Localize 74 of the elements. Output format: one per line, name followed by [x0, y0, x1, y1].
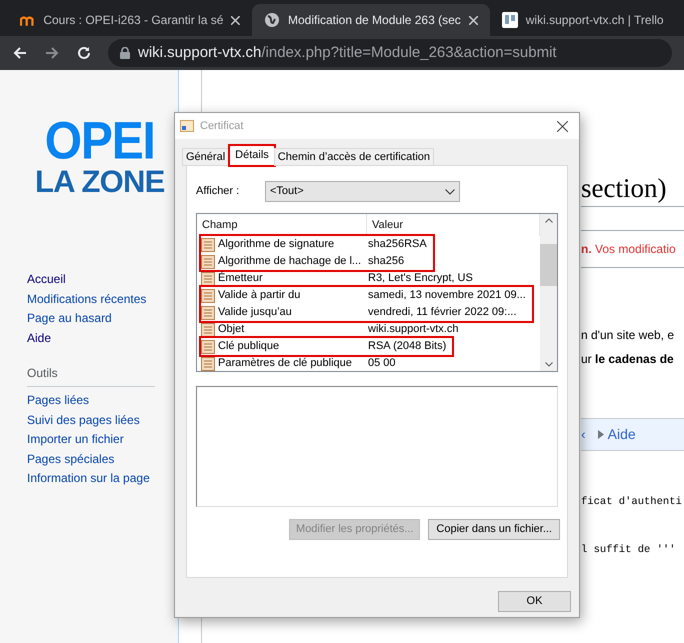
field-value[interactable]: samedi, 13 novembre 2021 09... [368, 287, 526, 304]
close-icon[interactable] [468, 16, 478, 24]
field-icon [201, 238, 215, 252]
scrollbar[interactable] [540, 214, 557, 371]
field-value[interactable]: sha256RSA [368, 236, 427, 253]
chevron-icon [445, 188, 455, 194]
forward-icon[interactable] [44, 45, 60, 61]
nav-link[interactable]: Page au hasard [27, 309, 112, 328]
dialog-title: Certificat [200, 118, 244, 134]
code-line: l suffit de ''' [581, 542, 677, 558]
field-name[interactable]: Objet [218, 321, 368, 338]
close-icon[interactable] [231, 16, 240, 24]
field-icon [201, 254, 215, 268]
warning-text: n. Vos modificatio [581, 241, 676, 258]
back-icon[interactable] [12, 45, 28, 61]
field-name[interactable]: Paramètres de clé publique [218, 355, 368, 371]
toolbar-item[interactable]: Aide [598, 424, 636, 445]
field-label: Afficher : [196, 184, 240, 200]
field-value[interactable]: sha256 [368, 253, 404, 270]
nav-link[interactable]: Modifications récentes [27, 290, 146, 309]
field-value[interactable]: vendredi, 11 février 2022 09:... [368, 304, 516, 321]
certificate-icon [180, 120, 194, 132]
field-list[interactable] [196, 213, 558, 372]
paragraph: n d'un site web, e [581, 327, 676, 344]
field-name[interactable]: Émetteur [218, 270, 368, 287]
paragraph: ur le cadenas de [581, 351, 675, 368]
nav-link[interactable]: Aide [27, 328, 52, 348]
ok-button[interactable]: OK [498, 591, 571, 612]
dialog-button[interactable]: Copier dans un fichier... [428, 519, 560, 540]
nav-link[interactable]: Information sur la page [27, 469, 150, 488]
nav-link[interactable]: Suivi des pages liées [27, 410, 140, 430]
field-value[interactable]: wiki.support-vtx.ch [368, 321, 458, 338]
field-icon [201, 356, 215, 370]
nav-link[interactable]: Importer un fichier [27, 430, 124, 450]
section-heading: Outils [27, 364, 155, 387]
nav-link[interactable]: Pages spéciales [27, 450, 114, 469]
field-icon [201, 322, 215, 336]
lock-icon [120, 47, 130, 59]
triangle-icon [598, 430, 604, 439]
browser-tab[interactable]: Cours : OPEI-i263 - Garantir la sé [8, 4, 252, 36]
site-logo[interactable]: OPEI LA ZONE [35, 118, 164, 197]
address-bar[interactable]: wiki.support-vtx.ch/index.php?title=Module_263&action=submit [108, 39, 672, 67]
field-icon [201, 340, 215, 354]
globe-icon [264, 12, 280, 28]
page-heading: section) [581, 172, 668, 205]
field-value[interactable]: 05 00 [368, 355, 396, 371]
scroll-down-icon[interactable] [544, 362, 552, 367]
scroll-thumb[interactable] [540, 244, 557, 286]
field-name[interactable]: Valide à partir du [218, 287, 368, 304]
field-icon [201, 288, 215, 302]
nav-link[interactable]: Accueil [27, 270, 66, 290]
dialog-tab[interactable]: Général [182, 148, 230, 166]
code-line: ficat d'authenti [581, 495, 683, 510]
toolbar-item[interactable]: ‹ [581, 424, 586, 445]
nav-link[interactable]: Pages liées [27, 391, 90, 410]
browser-tab[interactable]: wiki.support-vtx.ch | Trello [490, 4, 684, 36]
reload-icon[interactable] [76, 45, 92, 61]
browser-tab[interactable]: Modification de Module 263 (sec [252, 4, 490, 36]
close-icon[interactable] [557, 120, 568, 132]
field-icon [201, 272, 215, 286]
field-name[interactable]: Clé publique [218, 338, 368, 355]
field-name[interactable]: Valide jusqu’au [218, 304, 368, 321]
field-name[interactable]: Algorithme de signature [218, 236, 368, 253]
column-header[interactable]: Champ [197, 214, 367, 236]
scroll-up-icon[interactable] [544, 218, 552, 223]
field-value[interactable]: R3, Let's Encrypt, US [368, 270, 473, 287]
dialog-tab[interactable]: Chemin d’accès de certification [274, 148, 434, 166]
field-icon [201, 306, 215, 320]
field-value[interactable]: RSA (2048 Bits) [368, 338, 446, 355]
field-name[interactable]: Algorithme de hachage de l... [218, 253, 368, 270]
dialog-tab[interactable]: Détails [229, 145, 275, 166]
tab-favicon-icon [20, 14, 36, 26]
tab-favicon-icon [502, 12, 518, 28]
show-dropdown[interactable]: <Tout> [265, 181, 460, 202]
